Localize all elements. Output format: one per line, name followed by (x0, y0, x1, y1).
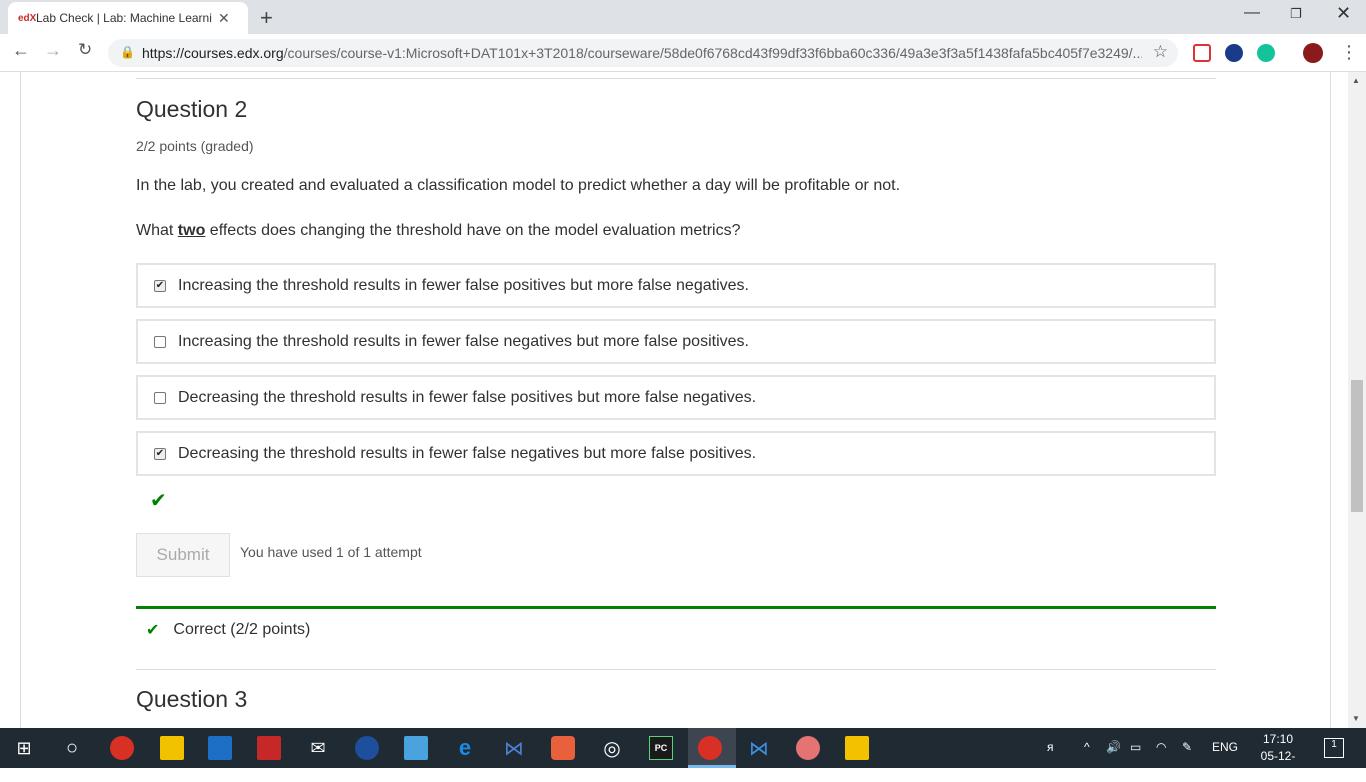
notification-center-icon[interactable]: 1 (1324, 738, 1344, 758)
browser-menu-icon[interactable]: ⋮ (1340, 42, 1358, 63)
question-text: What two effects does changing the thres… (136, 222, 741, 239)
visual-studio-icon[interactable]: ⋈ (502, 736, 526, 760)
attempts-text: You have used 1 of 1 attempt (240, 544, 422, 560)
store-icon[interactable] (208, 736, 232, 760)
file-explorer-icon[interactable] (160, 736, 184, 760)
next-question-title: Question 3 (136, 686, 248, 712)
lock-icon: 🔒 (120, 45, 135, 59)
content-right-border (1330, 72, 1331, 728)
answer-option-label: Decreasing the threshold results in fewe… (178, 444, 757, 462)
grammarly-extension-icon[interactable] (1257, 44, 1275, 62)
reload-icon[interactable]: ↻ (78, 40, 92, 60)
tab-close-icon[interactable]: ✕ (218, 10, 230, 27)
scroll-up-icon[interactable]: ▲ (1352, 76, 1360, 85)
gift-app-icon[interactable] (257, 736, 281, 760)
course-page: Question 2 2/2 points (graded) In the la… (0, 72, 1366, 728)
edge-icon[interactable]: e (453, 735, 477, 760)
clock-date: 05-12-2018 (1260, 749, 1296, 780)
windows-start-icon[interactable]: ⊞ (12, 736, 36, 760)
browser-tab-bar: edX Lab Check | Lab: Machine Learnin ✕ +… (0, 0, 1366, 34)
question-prompt: In the lab, you created and evaluated a … (136, 177, 901, 194)
vscode-icon[interactable]: ⋈ (747, 736, 771, 760)
question-title: Question 2 (136, 96, 248, 122)
answer-option[interactable]: Decreasing the threshold results in fewe… (136, 375, 1216, 420)
emphasis-word: two (177, 222, 206, 239)
address-bar[interactable]: 🔒 https://courses.edx.org/courses/course… (108, 39, 1178, 67)
bookmark-star-icon[interactable]: ☆ (1153, 42, 1168, 62)
answer-option[interactable]: ✔ Increasing the threshold results in fe… (136, 263, 1216, 308)
extension-icon[interactable] (1225, 44, 1243, 62)
minimize-icon[interactable]: — (1244, 4, 1260, 22)
checkbox-checked[interactable]: ✔ (154, 447, 166, 460)
content-left-border (20, 72, 21, 728)
volume-icon[interactable]: 🔊 (1106, 740, 1121, 754)
xampp-icon[interactable] (551, 736, 575, 760)
chrome-active-icon[interactable] (698, 736, 722, 760)
new-tab-icon[interactable]: + (260, 5, 273, 31)
battery-icon[interactable]: ▭ (1130, 740, 1141, 754)
answer-option[interactable]: Increasing the threshold results in fewe… (136, 319, 1216, 364)
pycharm-icon[interactable]: PC (649, 736, 673, 760)
browser-toolbar: ← → ↻ 🔒 https://courses.edx.org/courses/… (0, 34, 1366, 72)
question-divider (136, 669, 1216, 670)
scroll-down-icon[interactable]: ▼ (1352, 714, 1360, 723)
app-icon[interactable] (355, 736, 379, 760)
tray-chevron-icon[interactable]: ^ (1084, 740, 1090, 754)
obs-icon[interactable]: ◎ (600, 736, 624, 760)
chrome-icon[interactable] (110, 736, 134, 760)
answer-option-label: Decreasing the threshold results in fewe… (178, 388, 757, 406)
app-icon[interactable] (404, 736, 428, 760)
checkbox-unchecked[interactable] (154, 391, 166, 404)
page-scrollbar[interactable]: ▲ ▼ (1348, 72, 1366, 728)
answer-option-label: Increasing the threshold results in fewe… (178, 276, 749, 294)
language-indicator[interactable]: ENG (1212, 740, 1238, 754)
checkbox-unchecked[interactable] (154, 335, 166, 348)
window-close-icon[interactable]: ✕ (1336, 3, 1351, 24)
submit-button[interactable]: Submit (136, 533, 230, 577)
cortana-search-icon[interactable]: ○ (60, 736, 84, 760)
result-banner: ✔ Correct (2/2 points) (136, 606, 1216, 650)
mail-icon[interactable]: ✉ (306, 736, 330, 760)
top-divider (136, 78, 1216, 79)
app-icon[interactable] (796, 736, 820, 760)
checkbox-checked[interactable]: ✔ (154, 279, 166, 292)
profile-avatar[interactable] (1303, 43, 1323, 63)
tab-title: Lab Check | Lab: Machine Learnin (36, 11, 212, 25)
url-text[interactable]: https://courses.edx.org/courses/course-v… (142, 45, 1142, 61)
pen-icon[interactable]: ✎ (1182, 740, 1192, 754)
answer-option[interactable]: ✔ Decreasing the threshold results in fe… (136, 431, 1216, 476)
answer-option-label: Increasing the threshold results in fewe… (178, 332, 749, 350)
correct-check-icon: ✔ (150, 490, 167, 512)
browser-tab[interactable]: edX Lab Check | Lab: Machine Learnin ✕ (8, 2, 248, 34)
app-icon[interactable] (845, 736, 869, 760)
correct-check-icon: ✔ (146, 621, 160, 639)
result-text: Correct (2/2 points) (173, 620, 311, 638)
clock[interactable]: 17:10 05-12-2018 (1248, 731, 1308, 782)
question-points: 2/2 points (graded) (136, 138, 254, 154)
back-icon[interactable]: ← (12, 40, 30, 61)
restore-icon[interactable]: ❐ (1290, 6, 1302, 22)
people-icon[interactable]: ᴙ (1047, 740, 1054, 754)
wifi-icon[interactable]: ◠ (1156, 740, 1166, 754)
pocket-extension-icon[interactable] (1193, 44, 1211, 62)
windows-taskbar: ⊞ ○ ✉ e ⋈ ◎ PC ⋈ ᴙ ^ 🔊 ▭ ◠ ✎ ENG 17:10 0… (0, 728, 1366, 780)
edx-favicon-icon: edX (18, 12, 37, 24)
clock-time: 17:10 (1262, 732, 1294, 746)
scroll-thumb[interactable] (1351, 380, 1363, 512)
forward-icon[interactable]: → (44, 40, 62, 61)
